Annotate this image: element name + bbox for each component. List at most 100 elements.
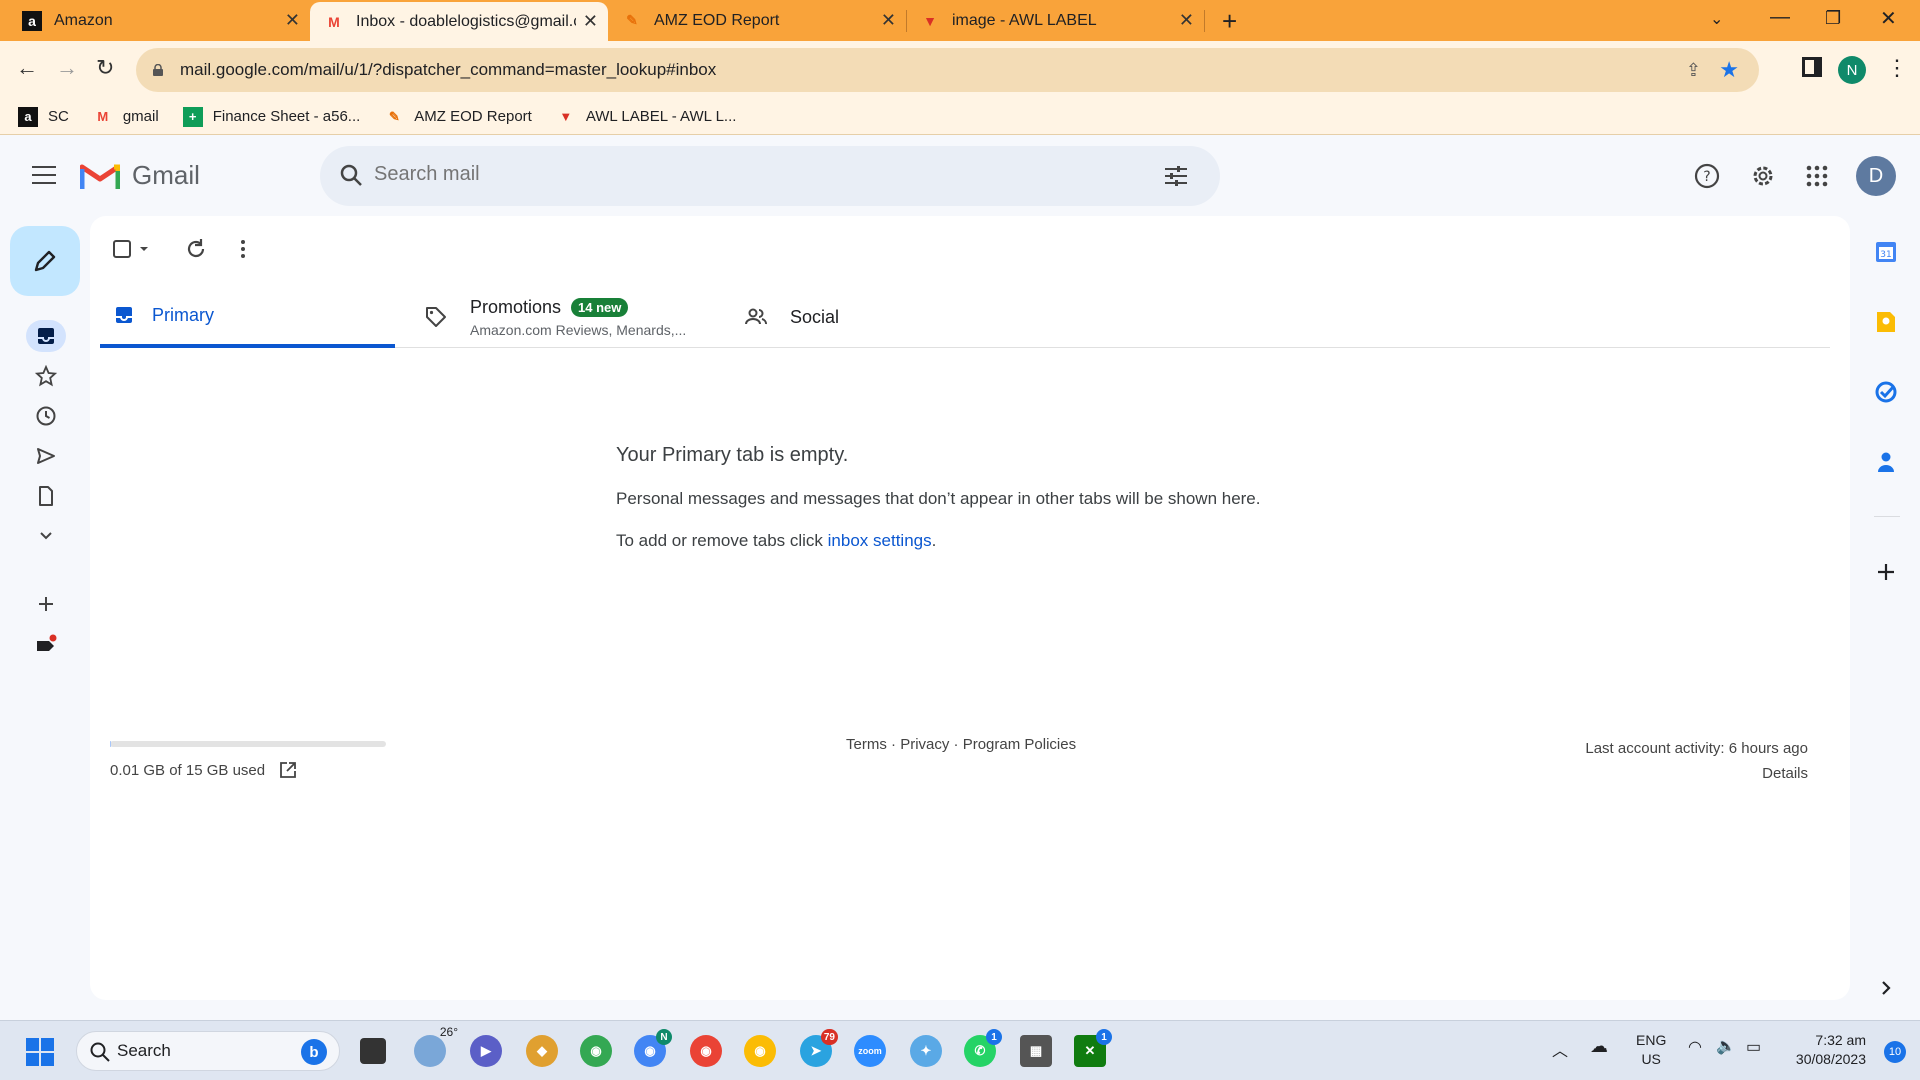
tab-promotions[interactable]: Promotions 14 new Amazon.com Reviews, Me… xyxy=(424,286,714,348)
chrome-icon[interactable]: ◉ xyxy=(580,1035,612,1067)
nav-label[interactable] xyxy=(26,630,66,662)
clock-time: 7:32 am xyxy=(1815,1032,1866,1048)
select-checkbox[interactable] xyxy=(112,236,152,267)
chevron-up-icon[interactable]: ︿ xyxy=(1552,1037,1568,1061)
start-button[interactable] xyxy=(26,1038,54,1066)
close-tab-icon[interactable]: ✕ xyxy=(285,10,300,31)
empty-hint: To add or remove tabs click inbox settin… xyxy=(616,531,1261,551)
bookmark-label: SC xyxy=(48,108,69,125)
xbox-icon[interactable]: ✕ 1 xyxy=(1074,1029,1112,1067)
side-panel-icon[interactable] xyxy=(1802,57,1822,77)
teams-chat-icon[interactable]: ▶ xyxy=(470,1035,502,1067)
contacts-app-button[interactable] xyxy=(1872,448,1900,476)
tab-primary[interactable]: Primary xyxy=(100,286,395,348)
close-tab-icon[interactable]: ✕ xyxy=(1179,10,1194,31)
chrome-icon[interactable]: ◉ xyxy=(744,1035,776,1067)
zoom-icon[interactable]: zoom xyxy=(854,1035,886,1067)
minimize-button[interactable]: — xyxy=(1770,6,1790,29)
bookmark-sc[interactable]: a SC xyxy=(18,106,69,127)
browser-menu-icon[interactable]: ⋮ xyxy=(1886,55,1908,81)
storage-usage[interactable]: 0.01 GB of 15 GB used xyxy=(110,761,297,779)
search-options-icon[interactable] xyxy=(1162,162,1190,190)
bookmark-gmail[interactable]: M gmail xyxy=(93,107,158,127)
search-input[interactable] xyxy=(374,163,1074,186)
forward-button[interactable]: → xyxy=(56,55,78,81)
battery-icon[interactable]: ▭ xyxy=(1746,1037,1761,1057)
bing-icon[interactable]: b xyxy=(301,1039,327,1065)
privacy-link[interactable]: Privacy xyxy=(900,736,949,753)
google-apps-icon[interactable] xyxy=(1802,161,1832,191)
calculator-icon[interactable]: ▦ xyxy=(1020,1035,1052,1067)
more-options-button[interactable] xyxy=(238,236,248,267)
bookmark-finance-sheet[interactable]: + Finance Sheet - a56... xyxy=(182,106,360,127)
people-icon xyxy=(745,308,767,325)
close-window-button[interactable]: ✕ xyxy=(1880,6,1897,31)
nav-sent[interactable] xyxy=(26,440,66,472)
help-icon[interactable]: ? xyxy=(1692,161,1722,191)
storage-bar-fill xyxy=(110,741,112,747)
task-view-icon[interactable] xyxy=(360,1038,386,1064)
contacts-icon xyxy=(1878,452,1894,472)
gmail-logo[interactable]: Gmail xyxy=(80,160,200,191)
chrome-icon[interactable]: ◉ xyxy=(690,1035,722,1067)
terms-link[interactable]: Terms xyxy=(846,736,887,753)
compose-button[interactable] xyxy=(10,226,80,296)
taskbar-search[interactable]: Search b xyxy=(76,1031,340,1071)
get-addons-button[interactable] xyxy=(1872,558,1900,586)
chrome-profile-icon[interactable]: ◉ N xyxy=(634,1029,672,1067)
nav-drafts[interactable] xyxy=(26,480,66,512)
close-tab-icon[interactable]: ✕ xyxy=(881,10,896,31)
search-icon[interactable] xyxy=(338,162,366,190)
nav-inbox[interactable] xyxy=(26,320,66,352)
browser-profile-avatar[interactable]: N xyxy=(1838,56,1866,84)
nav-starred[interactable] xyxy=(26,360,66,392)
tab-search-chevron-icon[interactable]: ⌄ xyxy=(1710,9,1723,29)
tab-social[interactable]: Social xyxy=(744,286,1034,348)
onedrive-icon[interactable]: ☁ xyxy=(1590,1036,1608,1057)
restore-button[interactable]: ❐ xyxy=(1825,8,1841,29)
whatsapp-icon[interactable]: ✆ 1 xyxy=(964,1029,1002,1067)
address-bar[interactable]: mail.google.com/mail/u/1/?dispatcher_com… xyxy=(136,48,1759,92)
program-policies-link[interactable]: Program Policies xyxy=(963,736,1076,753)
refresh-button[interactable] xyxy=(184,236,208,267)
share-icon[interactable]: ⇪ xyxy=(1686,60,1701,81)
close-tab-icon[interactable]: ✕ xyxy=(583,11,598,32)
notification-center-badge[interactable]: 10 xyxy=(1884,1041,1906,1063)
pinned-app-icon[interactable]: ◆ xyxy=(526,1035,558,1067)
browser-tab-amazon[interactable]: a Amazon ✕ xyxy=(8,0,311,41)
volume-icon[interactable]: 🔈 xyxy=(1716,1036,1736,1056)
create-label-button[interactable] xyxy=(26,588,66,620)
browser-tab-awl-label[interactable]: ▼ image - AWL LABEL ✕ xyxy=(906,0,1205,41)
region-code: US xyxy=(1641,1051,1661,1067)
awl-icon: ▼ xyxy=(559,109,573,124)
hide-side-panel-button[interactable] xyxy=(1872,974,1900,1002)
wifi-icon[interactable]: ◠ xyxy=(1688,1037,1702,1057)
bookmark-star-icon[interactable]: ★ xyxy=(1719,57,1739,83)
calendar-app-button[interactable]: 31 xyxy=(1872,238,1900,266)
browser-tab-amz-eod[interactable]: ✎ AMZ EOD Report ✕ xyxy=(608,0,907,41)
details-link[interactable]: Details xyxy=(1585,761,1808,786)
language-indicator[interactable]: ENG US xyxy=(1636,1031,1666,1069)
inbox-settings-link[interactable]: inbox settings xyxy=(828,531,932,550)
back-button[interactable]: ← xyxy=(16,55,38,81)
settings-gear-icon[interactable] xyxy=(1748,161,1778,191)
pinned-app-icon[interactable]: ✦ xyxy=(910,1035,942,1067)
tasks-app-button[interactable] xyxy=(1872,378,1900,406)
telegram-icon[interactable]: ➤ 79 xyxy=(800,1029,838,1067)
vertical-dots-icon xyxy=(241,240,245,258)
account-avatar[interactable]: D xyxy=(1856,156,1896,196)
nav-more[interactable] xyxy=(26,520,66,552)
star-icon xyxy=(35,365,57,387)
new-tab-button[interactable]: + xyxy=(1222,6,1237,37)
keep-app-button[interactable] xyxy=(1872,308,1900,336)
browser-tab-gmail[interactable]: M Inbox - doablelogistics@gmail.co ✕ xyxy=(310,2,608,41)
bookmark-awl-label[interactable]: ▼ AWL LABEL - AWL L... xyxy=(556,107,736,127)
reload-button[interactable]: ↻ xyxy=(96,55,114,81)
nav-snoozed[interactable] xyxy=(26,400,66,432)
search-icon xyxy=(90,1042,110,1062)
weather-icon[interactable]: 26° xyxy=(414,1025,458,1067)
system-clock[interactable]: 7:32 am 30/08/2023 xyxy=(1796,1031,1866,1069)
main-menu-icon[interactable] xyxy=(32,166,56,184)
bookmark-amz-eod[interactable]: ✎ AMZ EOD Report xyxy=(384,107,532,127)
search-bar[interactable] xyxy=(320,146,1220,206)
